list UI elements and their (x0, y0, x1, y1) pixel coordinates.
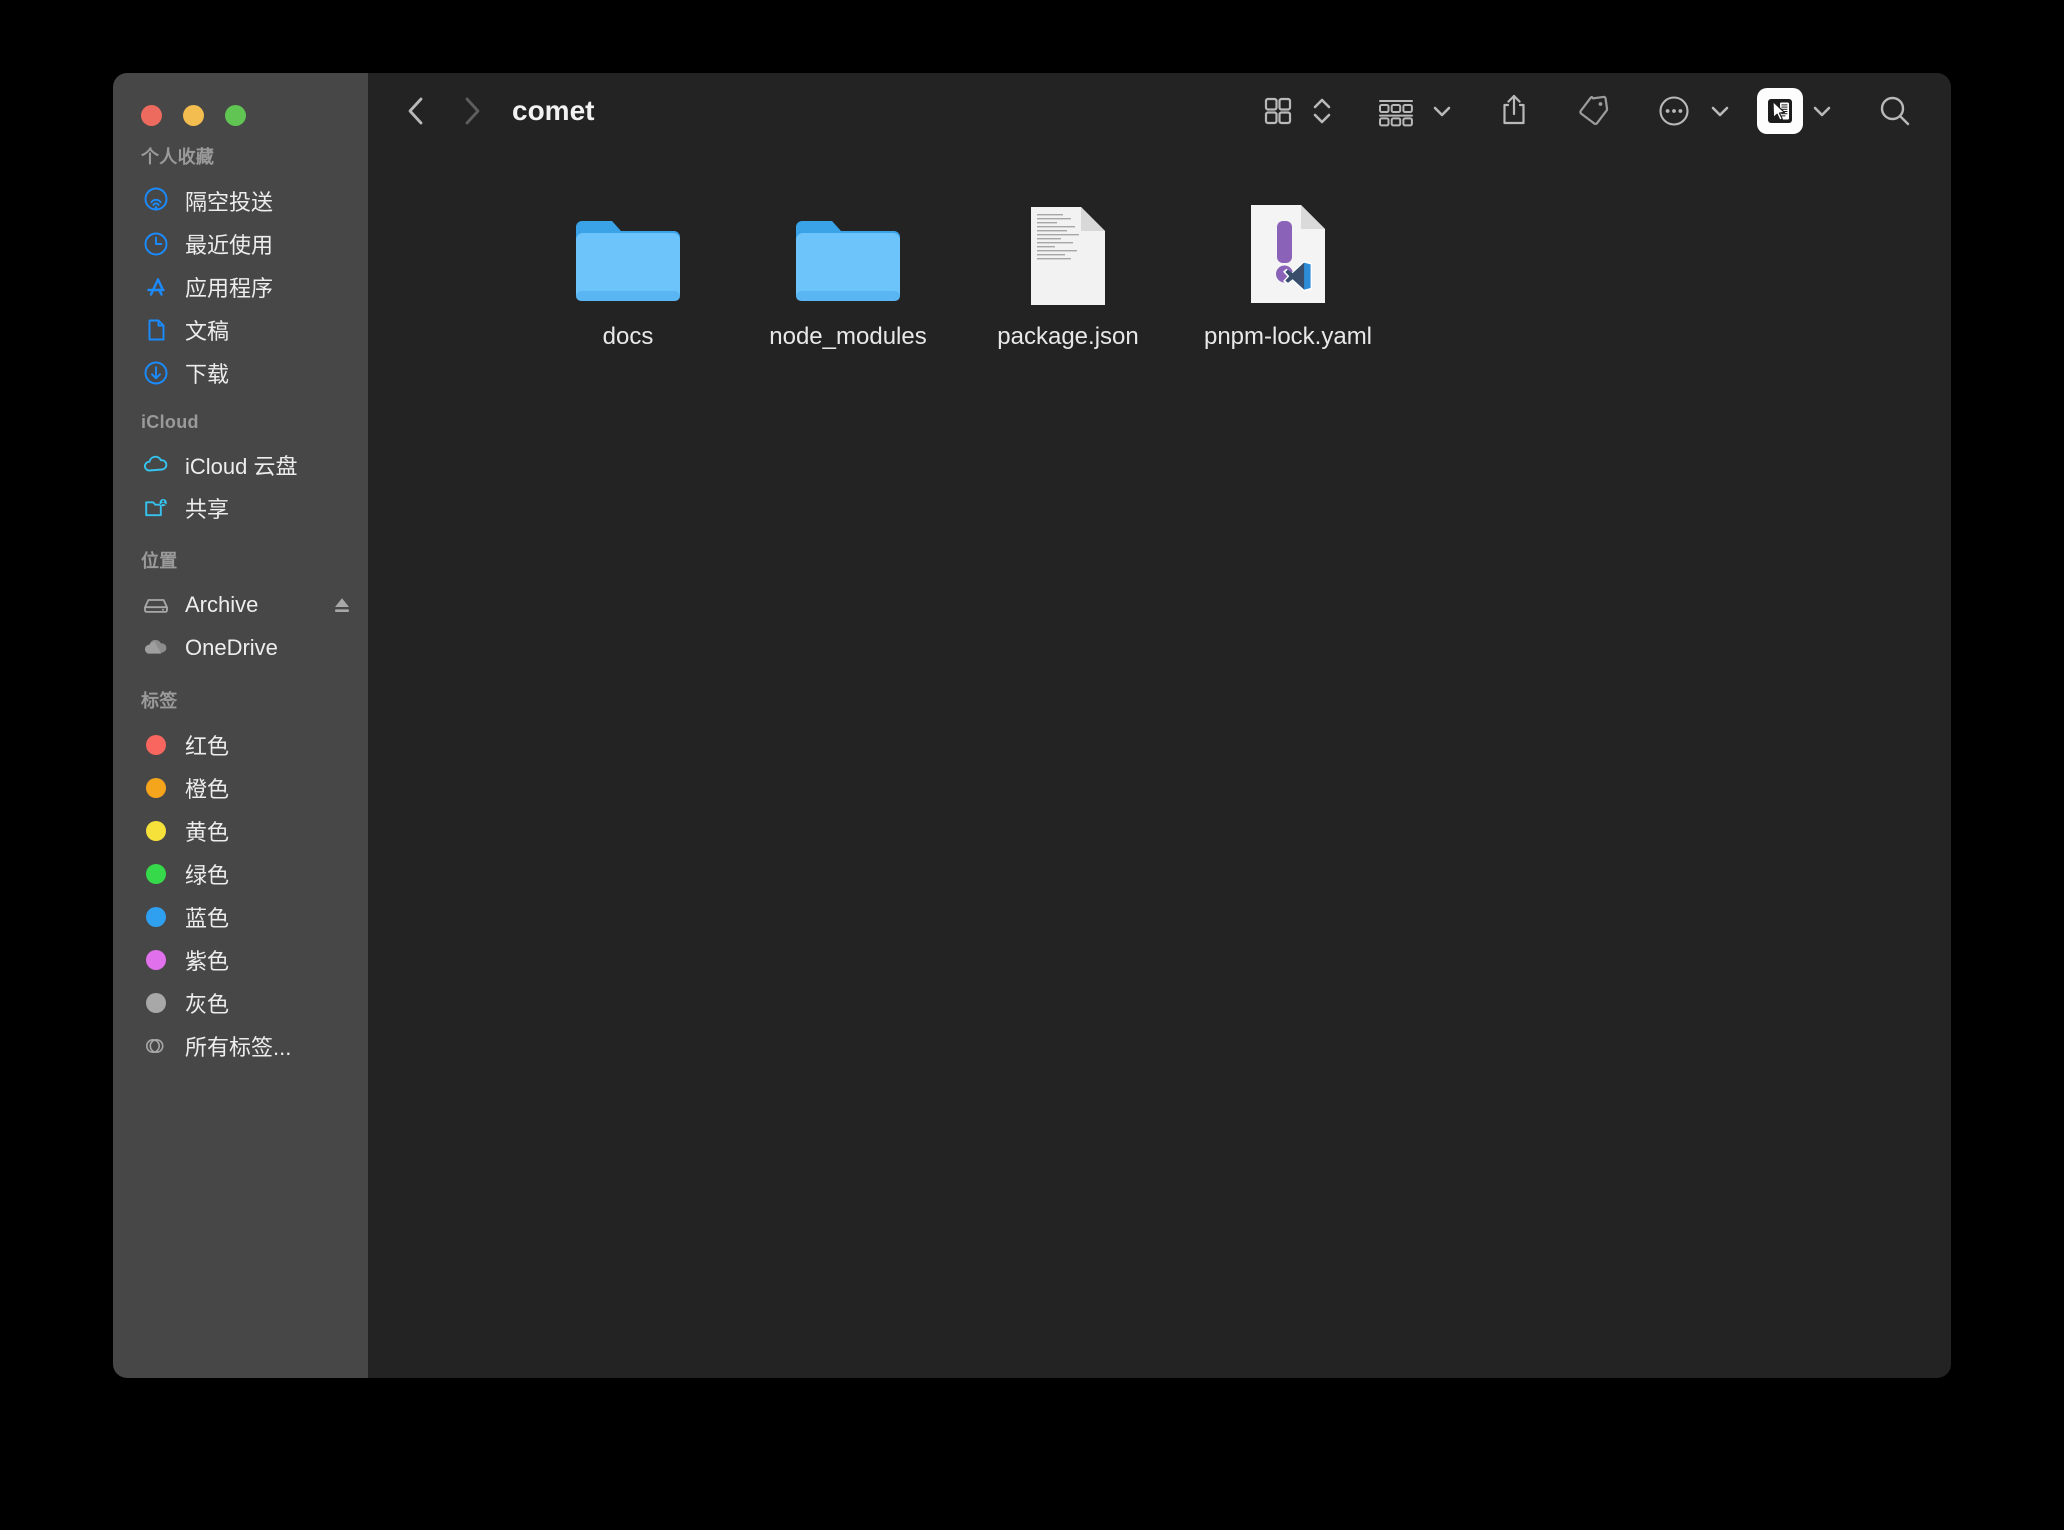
sidebar-item-label: iCloud 云盘 (185, 453, 298, 479)
sidebar-item-label: 所有标签... (185, 1034, 292, 1060)
sidebar-item-label: 绿色 (185, 862, 230, 888)
sidebar-item-label: 应用程序 (185, 275, 274, 301)
sidebar-item-label: 共享 (185, 496, 230, 522)
tag-dot-icon (141, 859, 171, 889)
sidebar-item-icloud-drive[interactable]: iCloud 云盘 (113, 443, 368, 486)
share-button[interactable] (1489, 83, 1539, 139)
file-item[interactable]: package.json (958, 191, 1178, 351)
sidebar-item-label: 文稿 (185, 318, 230, 344)
zoom-button[interactable] (225, 105, 246, 126)
sidebar-item-label: OneDrive (185, 634, 278, 660)
group-by-button[interactable] (1369, 83, 1423, 139)
sidebar-item-shared[interactable]: 共享 (113, 486, 368, 529)
toolbar: comet (368, 73, 1951, 149)
sidebar-item-all-tags[interactable]: 所有标签... (113, 1024, 368, 1067)
eject-icon[interactable] (330, 593, 354, 617)
sidebar-item-downloads[interactable]: 下载 (113, 351, 368, 394)
more-chevron[interactable] (1701, 83, 1739, 139)
sidebar-item-tag-blue[interactable]: 蓝色 (113, 895, 368, 938)
all-tags-icon (141, 1031, 171, 1061)
sidebar-item-label: 蓝色 (185, 905, 230, 931)
sidebar-item-documents[interactable]: 文稿 (113, 308, 368, 351)
sidebar-item-airdrop[interactable]: 隔空投送 (113, 179, 368, 222)
sidebar-item-label: Archive (185, 591, 259, 617)
sidebar-item-label: 灰色 (185, 991, 230, 1017)
sidebar-item-tag-green[interactable]: 绿色 (113, 852, 368, 895)
tag-button[interactable] (1567, 83, 1619, 139)
search-button[interactable] (1869, 83, 1921, 139)
shared-folder-icon (141, 493, 171, 523)
file-name-label: node_modules (769, 323, 927, 350)
clock-icon (141, 229, 171, 259)
close-button[interactable] (141, 105, 162, 126)
file-name-label: package.json (997, 323, 1139, 350)
sidebar-item-tag-purple[interactable]: 紫色 (113, 938, 368, 981)
document-icon (141, 315, 171, 345)
hard-drive-icon (141, 590, 171, 620)
document-file-icon (1008, 191, 1128, 311)
sidebar-section-favorites: 个人收藏 (141, 147, 215, 167)
sidebar-section-locations: 位置 (141, 551, 178, 571)
group-by-chevron[interactable] (1423, 83, 1461, 139)
more-button[interactable] (1647, 83, 1701, 139)
sidebar-item-label: 黄色 (185, 819, 230, 845)
airdrop-icon (141, 186, 171, 216)
quick-action-button[interactable] (1757, 88, 1803, 134)
tag-dot-icon (141, 902, 171, 932)
file-name-label: docs (602, 323, 654, 350)
sidebar-item-onedrive[interactable]: OneDrive (113, 626, 368, 669)
sidebar-item-tag-red[interactable]: 红色 (113, 723, 368, 766)
quick-action-chevron[interactable] (1803, 83, 1841, 139)
applications-icon (141, 272, 171, 302)
tag-dot-icon (141, 816, 171, 846)
folder-icon (788, 191, 908, 311)
folder-icon (568, 191, 688, 311)
cloud-filled-icon (141, 633, 171, 663)
sidebar-item-tag-yellow[interactable]: 黄色 (113, 809, 368, 852)
sidebar: 个人收藏 隔空投送 最近使用 应用程序 文稿 下载 iCloud iCloud … (113, 73, 368, 1378)
tag-dot-icon (141, 988, 171, 1018)
sidebar-item-label: 红色 (185, 733, 230, 759)
forward-button[interactable] (444, 84, 498, 138)
sidebar-item-recents[interactable]: 最近使用 (113, 222, 368, 265)
file-name-label: pnpm-lock.yaml (1203, 323, 1373, 350)
sidebar-item-label: 紫色 (185, 948, 230, 974)
icon-view-button[interactable] (1253, 83, 1303, 139)
tag-dot-icon (141, 945, 171, 975)
tag-dot-icon (141, 773, 171, 803)
traffic-lights (141, 105, 246, 126)
sidebar-item-applications[interactable]: 应用程序 (113, 265, 368, 308)
sidebar-section-tags: 标签 (141, 691, 178, 711)
sidebar-item-label: 下载 (185, 361, 230, 387)
sidebar-item-label: 隔空投送 (185, 189, 274, 215)
download-icon (141, 358, 171, 388)
file-grid: docs node_modules package.json pnpm-lock… (368, 149, 1951, 1378)
file-item[interactable]: node_modules (738, 191, 958, 351)
sidebar-section-icloud: iCloud (141, 412, 199, 432)
tag-dot-icon (141, 730, 171, 760)
view-options-stepper[interactable] (1303, 83, 1341, 139)
sidebar-item-tag-gray[interactable]: 灰色 (113, 981, 368, 1024)
file-item[interactable]: docs (518, 191, 738, 351)
minimize-button[interactable] (183, 105, 204, 126)
cloud-icon (141, 450, 171, 480)
page-title: comet (512, 95, 595, 126)
sidebar-item-label: 橙色 (185, 776, 230, 802)
sidebar-item-tag-orange[interactable]: 橙色 (113, 766, 368, 809)
sidebar-item-archive[interactable]: Archive (113, 583, 368, 626)
content-area: comet docs node_modules package.json pnp… (368, 73, 1951, 1378)
toolbar-right-group (1253, 83, 1921, 139)
back-button[interactable] (390, 84, 444, 138)
finder-window: 个人收藏 隔空投送 最近使用 应用程序 文稿 下载 iCloud iCloud … (113, 73, 1951, 1378)
yaml-file-icon (1228, 191, 1348, 311)
file-item[interactable]: pnpm-lock.yaml (1178, 191, 1398, 351)
sidebar-item-label: 最近使用 (185, 232, 274, 258)
